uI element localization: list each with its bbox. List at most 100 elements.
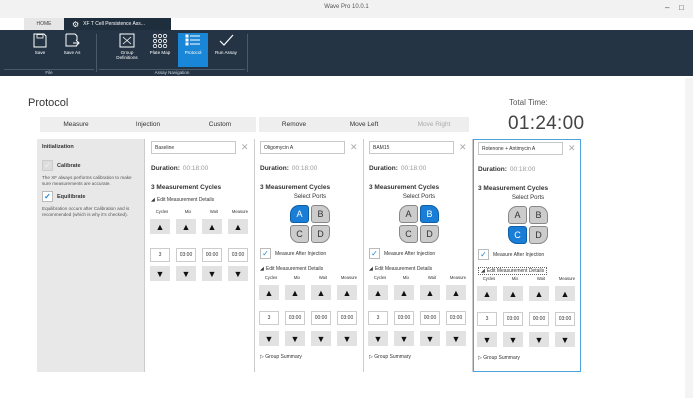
mix-decrement-button[interactable]: ▼ [503,332,523,347]
cycles-value-field[interactable]: 3 [477,312,497,326]
wait-value-field[interactable]: 00:00 [311,311,331,325]
mix-value-field[interactable]: 03:00 [394,311,414,325]
step-name-input[interactable]: Rotenone + Antimycin A [478,142,563,155]
move-left-button[interactable]: Move Left [329,117,399,132]
measure-after-injection-row[interactable]: ✓ Measure After Injection [369,248,435,259]
measure-increment-button[interactable]: ▲ [337,285,357,300]
mix-increment-button[interactable]: ▲ [285,285,305,300]
equilibrate-row[interactable]: ✓ Equilibrate [42,191,139,202]
close-icon[interactable]: ✕ [568,143,576,154]
group-summary-toggle[interactable]: ▷ Group Summary [478,355,520,361]
mix-value-field[interactable]: 03:00 [285,311,305,325]
port-d-button[interactable]: D [311,225,330,243]
injection-button[interactable]: Injection [112,117,184,132]
measure-after-injection-checkbox[interactable]: ✓ [478,249,489,260]
cycles-value-field[interactable]: 3 [150,248,170,262]
measure-increment-button[interactable]: ▲ [555,286,575,301]
cycles-decrement-button[interactable]: ▼ [477,332,497,347]
wait-decrement-button[interactable]: ▼ [202,266,222,281]
wait-value-field[interactable]: 00:00 [529,312,549,326]
equilibrate-checkbox[interactable]: ✓ [42,191,53,202]
measure-decrement-button[interactable]: ▼ [337,331,357,346]
wait-increment-button[interactable]: ▲ [420,285,440,300]
step-column[interactable]: Rotenone + Antimycin A ✕ Duration: 00:18:00… [473,139,581,372]
close-icon[interactable]: ✕ [241,142,249,153]
cycles-increment-button[interactable]: ▲ [259,285,279,300]
step-column[interactable]: BAM15 ✕ Duration: 00:18:00 3 Measurement Cyc… [365,139,473,372]
measure-button[interactable]: Measure [40,117,112,132]
measure-increment-button[interactable]: ▲ [446,285,466,300]
measure-decrement-button[interactable]: ▼ [555,332,575,347]
measure-value-field[interactable]: 03:00 [446,311,466,325]
mix-decrement-button[interactable]: ▼ [176,266,196,281]
port-c-button[interactable]: C [508,226,527,244]
cycles-decrement-button[interactable]: ▼ [368,331,388,346]
port-selector[interactable]: ABCD [394,203,444,245]
group-summary-toggle[interactable]: ▷ Group Summary [260,354,302,360]
group-summary-toggle[interactable]: ▷ Group Summary [369,354,411,360]
port-a-button[interactable]: A [508,206,527,224]
close-icon[interactable]: ✕ [459,142,467,153]
edit-measurement-details-toggle[interactable]: ◢ Edit Measurement Details [151,197,214,203]
wait-decrement-button[interactable]: ▼ [311,331,331,346]
cycles-value-field[interactable]: 3 [259,311,279,325]
measure-decrement-button[interactable]: ▼ [446,331,466,346]
custom-button[interactable]: Custom [184,117,256,132]
maximize-button[interactable]: □ [679,3,684,13]
cycles-decrement-button[interactable]: ▼ [259,331,279,346]
wait-value-field[interactable]: 00:00 [420,311,440,325]
measure-value-field[interactable]: 03:00 [337,311,357,325]
cycles-decrement-button[interactable]: ▼ [150,266,170,281]
run-assay-button[interactable]: Run Assay [211,33,241,67]
mix-increment-button[interactable]: ▲ [503,286,523,301]
save-button[interactable]: Save [25,33,55,67]
wait-increment-button[interactable]: ▲ [202,219,222,234]
wait-value-field[interactable]: 00:00 [202,248,222,262]
port-a-button[interactable]: A [399,205,418,223]
step-column[interactable]: Baseline ✕ Duration: 00:18:00 3 Measurement … [147,139,255,372]
plate-map-button[interactable]: Plate Map [145,33,175,67]
port-selector[interactable]: ABCD [503,204,553,246]
save-as-button[interactable]: Save As [57,33,87,67]
wait-decrement-button[interactable]: ▼ [420,331,440,346]
measure-value-field[interactable]: 03:00 [228,248,248,262]
port-d-button[interactable]: D [420,225,439,243]
cycles-increment-button[interactable]: ▲ [368,285,388,300]
step-name-input[interactable]: Oligomycin A [260,141,345,154]
protocol-button[interactable]: Protocol [178,33,208,67]
measure-increment-button[interactable]: ▲ [228,219,248,234]
port-selector[interactable]: ABCD [285,203,335,245]
tab-home[interactable]: HOME [24,18,64,30]
mix-increment-button[interactable]: ▲ [394,285,414,300]
wait-increment-button[interactable]: ▲ [529,286,549,301]
tab-assay-document[interactable]: ⚙ XF T Cell Persistence Ass... [64,18,171,30]
measure-after-injection-row[interactable]: ✓ Measure After Injection [260,248,326,259]
edit-measurement-details-toggle[interactable]: ◢ Edit Measurement Details [369,266,432,272]
mix-decrement-button[interactable]: ▼ [394,331,414,346]
mix-value-field[interactable]: 03:00 [503,312,523,326]
port-b-button[interactable]: B [420,205,439,223]
measure-decrement-button[interactable]: ▼ [228,266,248,281]
mix-value-field[interactable]: 03:00 [176,248,196,262]
mix-decrement-button[interactable]: ▼ [285,331,305,346]
measure-after-injection-checkbox[interactable]: ✓ [369,248,380,259]
step-name-input[interactable]: Baseline [151,141,236,154]
port-a-button[interactable]: A [290,205,309,223]
mix-increment-button[interactable]: ▲ [176,219,196,234]
cycles-value-field[interactable]: 3 [368,311,388,325]
minimize-button[interactable]: – [665,3,669,13]
move-right-button[interactable]: Move Right [399,117,469,132]
wait-increment-button[interactable]: ▲ [311,285,331,300]
vertical-scrollbar[interactable] [685,78,693,398]
port-c-button[interactable]: C [290,225,309,243]
remove-button[interactable]: Remove [259,117,329,132]
port-c-button[interactable]: C [399,225,418,243]
edit-measurement-details-toggle[interactable]: ◢ Edit Measurement Details [260,266,323,272]
step-name-input[interactable]: BAM15 [369,141,454,154]
port-d-button[interactable]: D [529,226,548,244]
measure-after-injection-checkbox[interactable]: ✓ [260,248,271,259]
cycles-increment-button[interactable]: ▲ [150,219,170,234]
edit-measurement-details-toggle[interactable]: ◢ Edit Measurement Details [478,267,548,275]
measure-value-field[interactable]: 03:00 [555,312,575,326]
group-definitions-button[interactable]: Group Definitions [112,33,142,67]
